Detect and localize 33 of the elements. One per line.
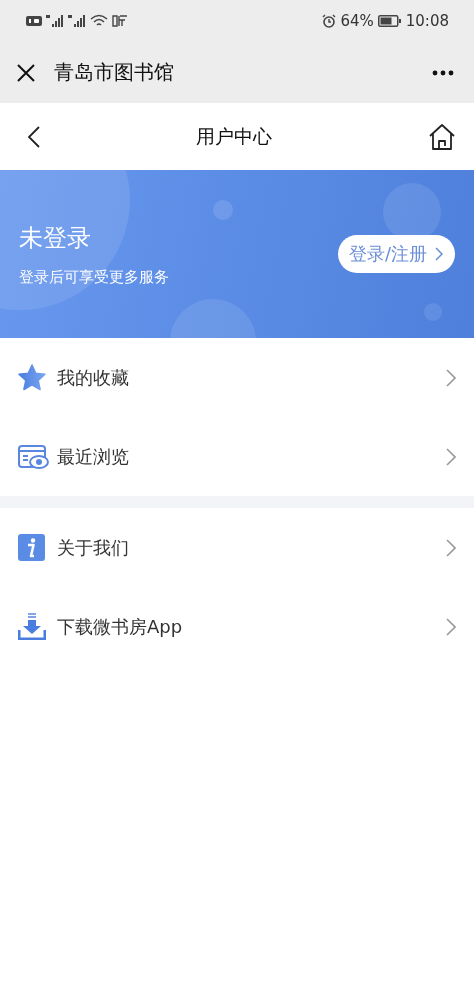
info-icon — [18, 534, 45, 561]
star-icon — [18, 364, 46, 391]
menu-item[interactable]: 最近浏览 — [0, 417, 474, 496]
signal-icon — [68, 14, 86, 28]
back-icon[interactable] — [28, 125, 40, 148]
login-hint: 登录后可享受更多服务 — [19, 267, 169, 287]
more-icon[interactable] — [432, 69, 454, 76]
download-icon — [18, 613, 46, 640]
chevron-icon — [446, 368, 456, 387]
menu-item[interactable]: 我的收藏 — [0, 338, 474, 417]
page-title: 用户中心 — [196, 123, 272, 149]
menu-item-label: 最近浏览 — [57, 444, 130, 469]
chevron-icon — [446, 538, 456, 557]
browser-eye-icon — [18, 444, 49, 469]
chevron-icon — [446, 617, 456, 636]
battery-percent: 64% — [340, 12, 374, 30]
menu-item[interactable]: 关于我们 — [0, 508, 474, 587]
hd-icon — [26, 15, 42, 27]
signal-icon — [46, 14, 64, 28]
menu-item[interactable]: 下载微书房App — [0, 587, 474, 666]
close-icon[interactable] — [16, 62, 36, 83]
login-status: 未登录 — [19, 222, 92, 254]
clock-time: 10:08 — [405, 12, 449, 30]
chevron-icon — [435, 247, 443, 261]
alarm-icon — [322, 14, 337, 28]
menu-item-label: 关于我们 — [57, 535, 130, 560]
home-icon[interactable] — [428, 122, 456, 151]
window-title: 青岛市图书馆 — [54, 59, 175, 86]
menu-item-label: 我的收藏 — [57, 365, 130, 390]
chevron-icon — [446, 447, 456, 466]
wifi-icon — [90, 14, 108, 28]
battery-icon — [377, 15, 402, 27]
menu-item-label: 下载微书房App — [57, 614, 184, 639]
